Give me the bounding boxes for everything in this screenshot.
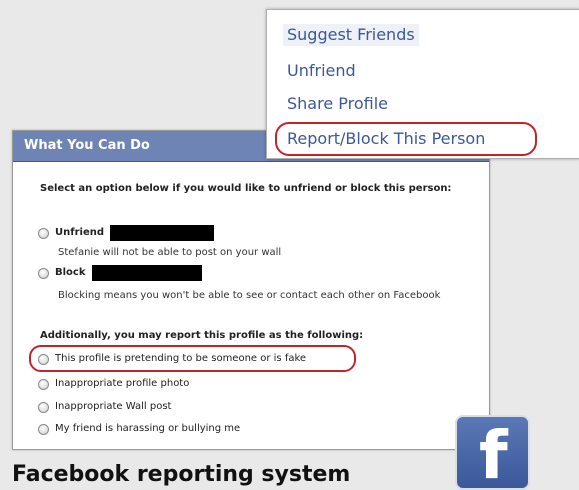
profile-actions-menu: Suggest Friends Unfriend Share Profile R… (266, 9, 579, 159)
redacted-name-bar (110, 225, 215, 241)
redacted-name-bar (91, 265, 202, 281)
facebook-logo-letter: f (479, 417, 508, 490)
unfriend-option-label: Unfriend (55, 227, 105, 238)
menu-item-unfriend[interactable]: Unfriend (287, 60, 356, 82)
report-fake-highlight (29, 345, 356, 372)
report-block-highlight (275, 122, 537, 156)
report-option-label: Inappropriate profile photo (55, 378, 190, 389)
report-option-label: My friend is harassing or bullying me (55, 423, 241, 434)
report-photo-radio[interactable] (38, 378, 49, 390)
unfriend-option[interactable]: Unfriend (38, 225, 215, 241)
report-wall-radio[interactable] (38, 401, 49, 413)
unfriend-description: Stefanie will not be able to post on you… (58, 247, 282, 258)
dialog-prompt: Select an option below if you would like… (40, 183, 452, 194)
menu-item-suggest-friends[interactable]: Suggest Friends (283, 24, 419, 46)
caption: Facebook reporting system (12, 462, 351, 487)
menu-item-share-profile[interactable]: Share Profile (287, 93, 388, 115)
report-option-label: Inappropriate Wall post (55, 401, 172, 412)
additional-heading: Additionally, you may report this profil… (40, 330, 364, 341)
report-harassing-radio[interactable] (38, 423, 49, 435)
block-radio[interactable] (38, 267, 49, 279)
report-option-wall-post[interactable]: Inappropriate Wall post (38, 400, 171, 414)
block-description: Blocking means you won't be able to see … (58, 290, 441, 301)
block-option-label: Block (55, 267, 86, 278)
facebook-logo-icon: f (455, 415, 530, 490)
unfriend-radio[interactable] (38, 227, 49, 239)
report-option-photo[interactable]: Inappropriate profile photo (38, 377, 189, 391)
report-option-harassing[interactable]: My friend is harassing or bullying me (38, 422, 240, 436)
block-option[interactable]: Block (38, 265, 202, 281)
